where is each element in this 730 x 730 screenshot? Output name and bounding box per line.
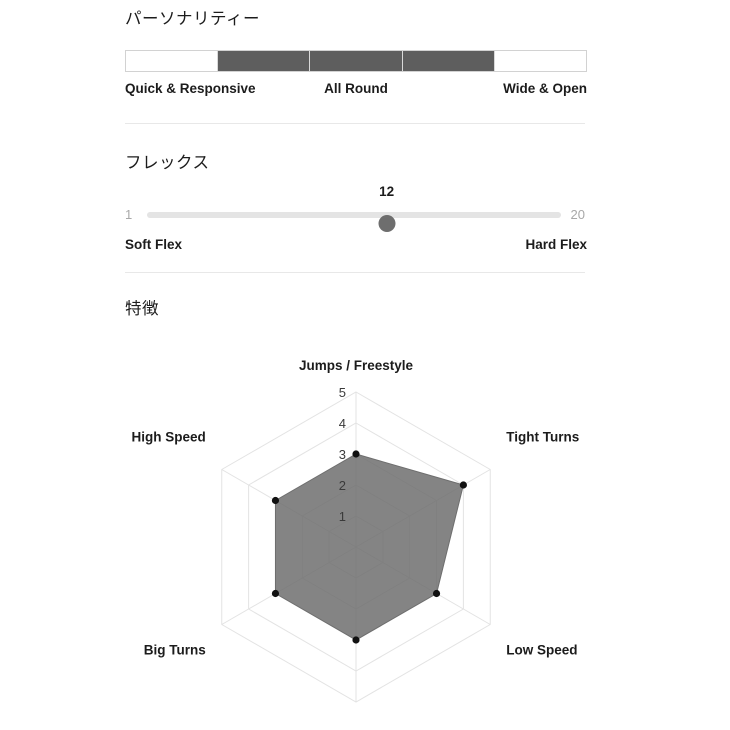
- radar-data-point-0: [352, 450, 360, 458]
- flex-slider-value: 12: [379, 183, 395, 199]
- radar-category-label-1: Tight Turns: [506, 430, 579, 445]
- feature-radar-chart: 1 2 3 4 5 Jumps / Freestyle Tight Turns Low Spe…: [125, 322, 585, 722]
- personality-scale-labels: Quick & Responsive All Round Wide & Open: [125, 81, 587, 99]
- radar-data-point-4: [271, 589, 280, 598]
- personality-segment-4[interactable]: [402, 50, 494, 71]
- flex-slider[interactable]: 1 20 12: [125, 184, 585, 232]
- radar-tick-label-5: 5: [339, 385, 346, 400]
- features-title: 特徴: [125, 300, 159, 318]
- personality-title: パーソナリティー: [125, 10, 261, 28]
- radar-data-polygon: [274, 453, 464, 641]
- radar-data-point-3: [352, 636, 360, 644]
- personality-section: パーソナリティー Quick & Responsive All Round Wi…: [125, 10, 587, 99]
- flex-label-right: Hard Flex: [525, 236, 587, 252]
- personality-label-left: Quick & Responsive: [125, 80, 256, 96]
- personality-segment-3[interactable]: [310, 50, 402, 71]
- personality-segment-1[interactable]: [126, 50, 218, 71]
- radar-category-label-5: High Speed: [132, 430, 206, 445]
- flex-slider-max-label: 20: [570, 206, 585, 222]
- radar-data-point-1: [459, 481, 467, 489]
- radar-tick-label-2: 2: [339, 478, 346, 493]
- personality-segment-2[interactable]: [218, 50, 310, 71]
- flex-section: フレックス 1 20 12 Soft Flex Hard Flex: [125, 154, 587, 255]
- flex-slider-thumb[interactable]: [378, 214, 396, 232]
- radar-data-point-5: [271, 496, 280, 505]
- section-divider-2: [125, 272, 585, 273]
- product-spec-panel: パーソナリティー Quick & Responsive All Round Wi…: [0, 0, 730, 730]
- radar-category-label-0: Jumps / Freestyle: [299, 358, 414, 373]
- flex-slider-min-label: 1: [125, 206, 133, 222]
- flex-title: フレックス: [125, 154, 210, 172]
- personality-label-center: All Round: [324, 80, 388, 96]
- radar-tick-label-1: 1: [339, 509, 346, 524]
- radar-tick-label-3: 3: [339, 447, 346, 462]
- flex-scale-labels: Soft Flex Hard Flex: [125, 236, 587, 255]
- personality-segment-5[interactable]: [494, 50, 587, 71]
- features-section: 特徴 1 2 3 4 5 Jumps / Freestyle Tight Turns Low …: [125, 300, 585, 703]
- section-divider-1: [125, 123, 585, 124]
- flex-slider-track[interactable]: [147, 211, 561, 232]
- personality-label-right: Wide & Open: [503, 80, 587, 96]
- radar-svg: 1 2 3 4 5 Jumps / Freestyle Tight Turns Low Spe…: [132, 358, 579, 703]
- radar-data-point-2: [432, 589, 441, 598]
- radar-category-label-2: Low Speed: [506, 643, 577, 658]
- personality-segmented-bar[interactable]: [125, 49, 587, 72]
- radar-category-label-4: Big Turns: [144, 643, 206, 658]
- flex-label-left: Soft Flex: [125, 236, 183, 252]
- radar-tick-label-4: 4: [339, 416, 346, 431]
